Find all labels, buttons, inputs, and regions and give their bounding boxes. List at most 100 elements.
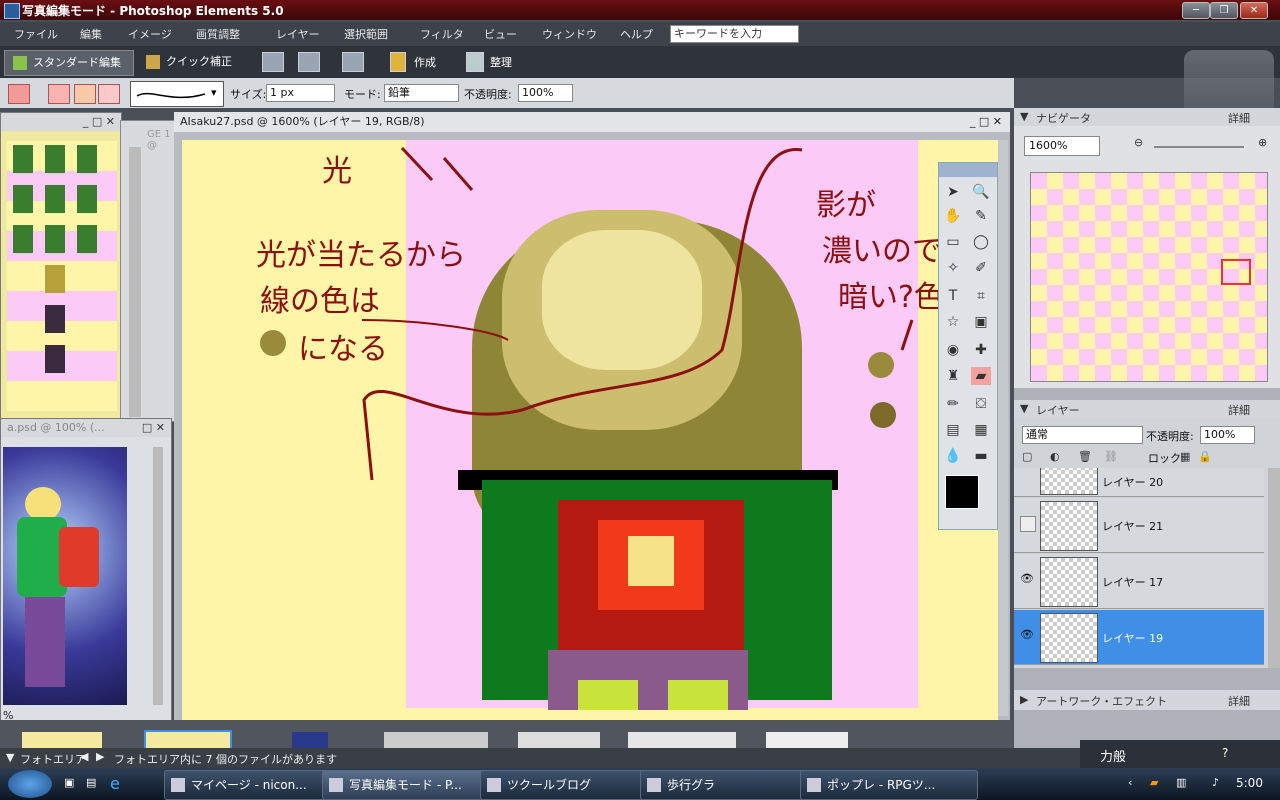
size-input[interactable]: 1 px: [266, 84, 335, 102]
illustration-window-controls[interactable]: □ ✕: [142, 419, 165, 437]
magic-eraser-icon[interactable]: [98, 84, 120, 104]
search-input[interactable]: キーワードを入力: [670, 25, 799, 43]
network-icon[interactable]: ▥: [1176, 776, 1186, 789]
lock-all-icon[interactable]: 🔒: [1198, 450, 1212, 463]
tray-app-icon[interactable]: ▰: [1150, 776, 1158, 789]
blur-tool-icon[interactable]: ▦: [971, 421, 991, 439]
artwork-effects-header[interactable]: ▶ アートワーク・エフェクト 詳細: [1014, 690, 1280, 710]
menu-layer[interactable]: レイヤー: [276, 26, 320, 42]
bin-thumbnail[interactable]: [384, 732, 488, 748]
background-eraser-icon[interactable]: [74, 84, 96, 104]
maximize-button[interactable]: ❐: [1210, 2, 1238, 19]
gradient-tool-icon[interactable]: ▤: [943, 421, 963, 439]
task-button-active[interactable]: 写真編集モード - P...: [322, 770, 500, 800]
switch-windows-icon[interactable]: ▤: [86, 776, 96, 789]
share-icon[interactable]: [298, 52, 320, 72]
menu-image[interactable]: イメージ: [128, 26, 172, 42]
photo-bin-toggle-icon[interactable]: ▼: [6, 751, 14, 764]
bin-thumbnail[interactable]: [22, 732, 102, 748]
volume-icon[interactable]: ♪: [1212, 776, 1219, 789]
ie-icon[interactable]: e: [110, 774, 120, 793]
paint-bucket-tool-icon[interactable]: ⛋: [971, 395, 991, 413]
organize-button[interactable]: 整理: [490, 54, 512, 70]
pencil-tool-icon[interactable]: ✏: [943, 395, 963, 413]
healing-brush-tool-icon[interactable]: ✚: [971, 341, 991, 359]
next-icon[interactable]: ▶: [96, 750, 104, 763]
tools-palette-header[interactable]: [939, 163, 997, 177]
navigator-view-box[interactable]: [1221, 259, 1251, 285]
tab-quick-fix[interactable]: クイック補正: [138, 50, 266, 74]
marquee-tool-icon[interactable]: ▭: [943, 233, 963, 251]
zoom-out-icon[interactable]: ⊖: [1134, 136, 1143, 149]
layers-header[interactable]: ▼ レイヤー 詳細: [1014, 400, 1280, 418]
new-layer-icon[interactable]: ▢: [1022, 450, 1032, 463]
smudge-tool-icon[interactable]: 💧: [943, 447, 963, 465]
navigator-preview[interactable]: [1030, 172, 1268, 382]
layer-row[interactable]: レイヤー 20: [1014, 468, 1264, 497]
navigator-more-button[interactable]: 詳細: [1228, 110, 1250, 126]
task-button[interactable]: ツクールブログ: [480, 770, 658, 800]
menu-filter[interactable]: フィルタ: [420, 26, 464, 42]
hand-tool-icon[interactable]: ✋: [943, 207, 963, 225]
red-eye-tool-icon[interactable]: ◉: [943, 341, 963, 359]
task-button[interactable]: 歩行グラ: [640, 770, 818, 800]
menu-enhance[interactable]: 画質調整: [196, 26, 240, 42]
layer-row[interactable]: レイヤー 21: [1014, 498, 1264, 553]
bin-thumbnail[interactable]: [766, 732, 848, 748]
blend-mode-select[interactable]: 通常: [1022, 426, 1143, 444]
layers-more-button[interactable]: 詳細: [1228, 402, 1250, 418]
cookie-cutter-tool-icon[interactable]: ▣: [971, 313, 991, 331]
tab-standard-edit[interactable]: スタンダード編集: [4, 50, 134, 76]
type-tool-icon[interactable]: T: [943, 287, 963, 305]
task-button[interactable]: マイページ - nicon...: [164, 770, 342, 800]
layer-opacity-input[interactable]: 100%: [1200, 426, 1255, 444]
menu-view[interactable]: ビュー: [484, 26, 517, 42]
document-window-controls[interactable]: _ □ ✕: [970, 112, 1002, 132]
menu-file[interactable]: ファイル: [14, 26, 58, 42]
task-button[interactable]: ポップレ - RPGツ...: [800, 770, 978, 800]
scrollbar[interactable]: [153, 447, 163, 705]
close-button[interactable]: ✕: [1240, 2, 1268, 19]
help-icon[interactable]: ?: [1222, 746, 1228, 760]
layer-row[interactable]: 👁 レイヤー 17: [1014, 554, 1264, 609]
canvas[interactable]: 光 光が当たるから 線の色は になる 影が 濃いので 暗い?色: [182, 140, 998, 720]
mode-select[interactable]: 鉛筆: [384, 84, 459, 102]
tray-expand-icon[interactable]: ‹: [1128, 776, 1132, 789]
eraser-icon[interactable]: [8, 84, 30, 104]
layer-visibility-toggle[interactable]: [1020, 516, 1036, 532]
zoom-slider[interactable]: [1154, 146, 1244, 148]
link-layers-icon[interactable]: ⛓: [1104, 450, 1118, 463]
bin-thumbnail[interactable]: [518, 732, 600, 748]
crop-tool-icon[interactable]: ⌗: [971, 287, 991, 305]
menu-select[interactable]: 選択範囲: [344, 26, 388, 42]
delete-layer-icon[interactable]: 🗑: [1078, 450, 1092, 463]
create-button[interactable]: 作成: [414, 54, 436, 70]
eraser-tool-icon[interactable]: ▰: [971, 367, 991, 385]
selection-brush-tool-icon[interactable]: ✐: [971, 259, 991, 277]
shape-tool-icon[interactable]: ☆: [943, 313, 963, 331]
eyedropper-tool-icon[interactable]: ✎: [971, 207, 991, 225]
layer-row-selected[interactable]: 👁 レイヤー 19: [1014, 610, 1264, 665]
print-icon[interactable]: [262, 52, 284, 72]
scrollbar[interactable]: [129, 147, 141, 417]
ime-mode[interactable]: 力般: [1100, 746, 1126, 765]
foreground-color-swatch[interactable]: [945, 475, 979, 509]
minimize-button[interactable]: ─: [1182, 2, 1210, 19]
start-button[interactable]: [8, 770, 52, 798]
lock-transparency-icon[interactable]: ▦: [1180, 450, 1190, 463]
bin-thumbnail[interactable]: [292, 732, 328, 748]
clock[interactable]: 5:00: [1236, 776, 1263, 790]
vertical-scrollbar[interactable]: [998, 140, 1008, 716]
artwork-more-button[interactable]: 詳細: [1228, 693, 1250, 709]
navigator-zoom-input[interactable]: 1600%: [1024, 136, 1100, 156]
layers-scrollbar[interactable]: [1268, 468, 1280, 668]
email-icon[interactable]: [342, 52, 364, 72]
show-desktop-icon[interactable]: ▣: [64, 776, 74, 789]
eye-icon[interactable]: 👁: [1020, 628, 1034, 641]
menu-window[interactable]: ウィンドウ: [542, 26, 597, 42]
menu-help[interactable]: ヘルプ: [620, 26, 653, 42]
adjustment-layer-icon[interactable]: ◐: [1050, 450, 1060, 463]
opacity-input[interactable]: 100%: [518, 84, 573, 102]
bin-thumbnail[interactable]: [628, 732, 736, 748]
zoom-tool-icon[interactable]: 🔍: [971, 183, 991, 201]
